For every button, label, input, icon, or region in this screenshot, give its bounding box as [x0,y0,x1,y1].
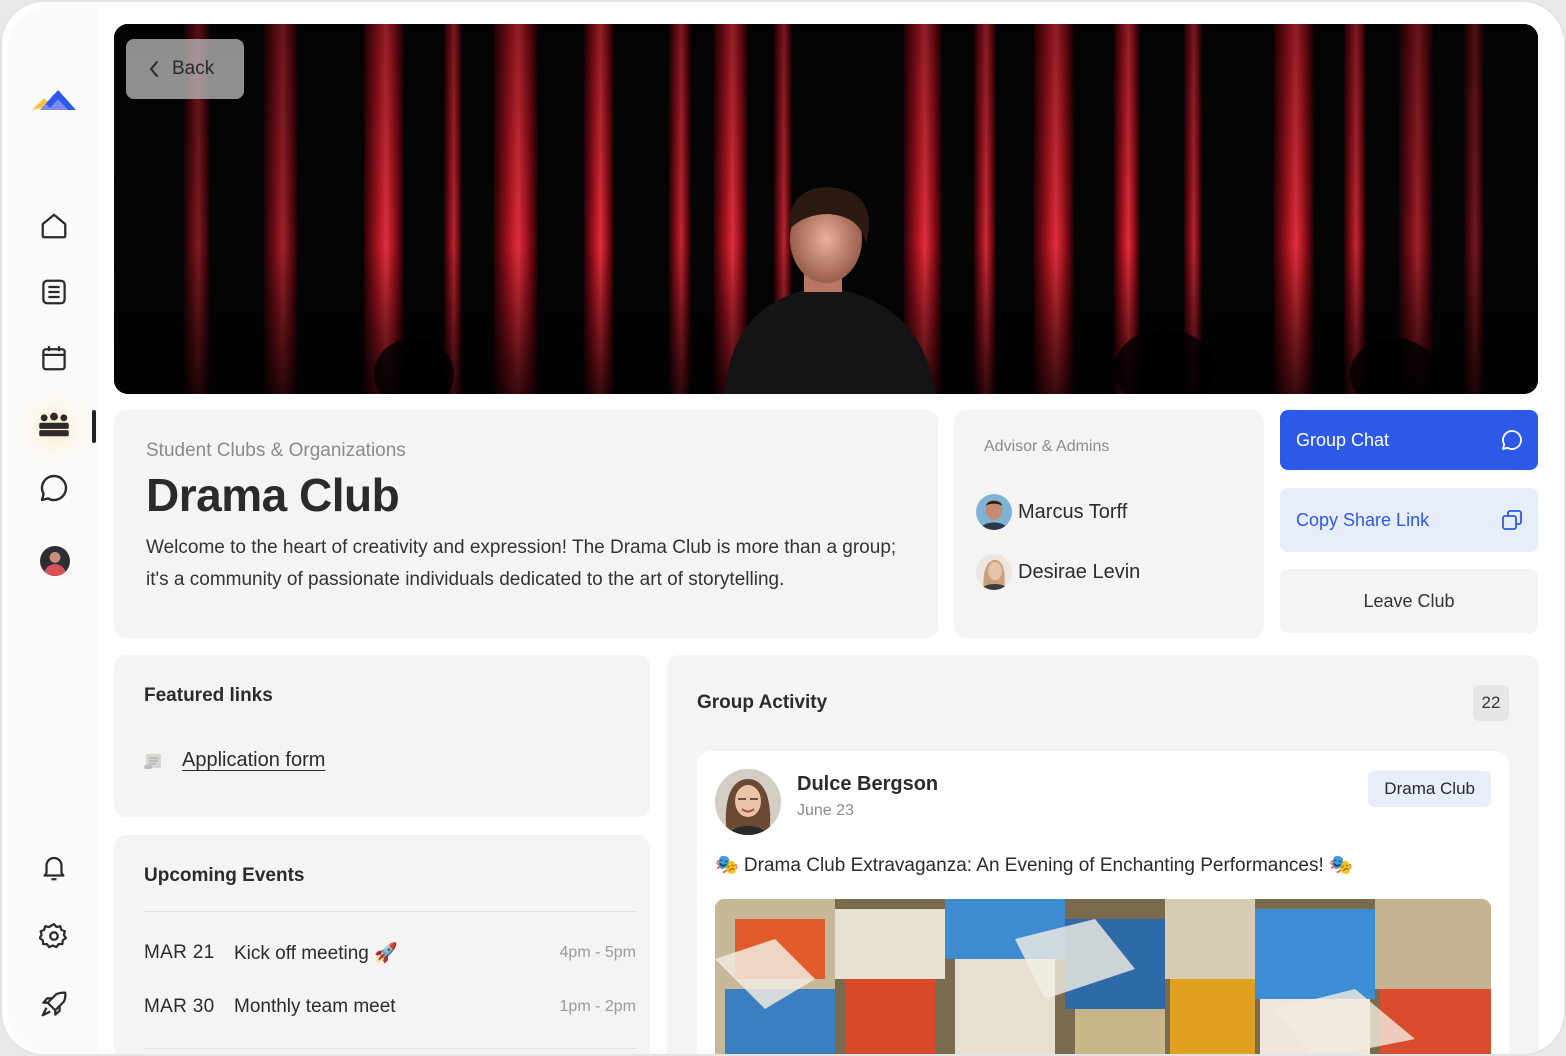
group-chat-button[interactable]: Group Chat [1280,410,1538,470]
copy-share-link-label: Copy Share Link [1296,509,1430,530]
post-date: June 23 [797,802,854,819]
scroll-icon [144,753,161,769]
upcoming-events-card: Upcoming Events MAR 21 Kick off meeting … [114,835,650,1054]
post-image[interactable] [715,899,1491,1054]
club-tag-badge[interactable]: Drama Club [1368,771,1491,807]
activity-header: Group Activity 22 [697,655,1509,750]
post-text: 🎭 Drama Club Extravaganza: An Evening of… [715,855,1353,876]
admin-item[interactable]: Marcus Torff [976,494,1127,530]
chat-icon[interactable] [36,470,72,506]
gear-icon[interactable] [36,918,72,954]
avatar [976,494,1012,530]
event-date: MAR 30 [144,996,215,1017]
admin-name: Marcus Torff [1018,500,1128,523]
document-icon[interactable] [36,274,72,310]
club-category: Student Clubs & Organizations [146,440,406,461]
app-logo[interactable] [30,86,78,114]
rocket-icon[interactable] [36,986,72,1022]
chevron-left-icon [150,61,158,77]
event-time: 1pm - 2pm [559,998,636,1015]
event-name: Monthly team meet [234,996,396,1017]
avatar [976,554,1012,590]
upcoming-events-title: Upcoming Events [144,865,305,886]
back-button[interactable]: Back [126,39,244,99]
back-button-label: Back [172,58,215,79]
club-info-card: Student Clubs & Organizations Drama Club… [114,410,938,638]
bell-icon[interactable] [36,850,72,886]
group-activity-card: Group Activity 22 Dulce Bergson June 23 … [667,655,1539,1054]
calendar-icon[interactable] [36,340,72,376]
app-window: Back Student Clubs & Organizations Drama… [0,0,1566,1056]
leave-club-button[interactable]: Leave Club [1280,569,1538,633]
event-name: Kick off meeting 🚀 [234,943,398,964]
divider [144,911,636,912]
home-icon[interactable] [36,208,72,244]
application-form-link[interactable]: Application form [182,749,325,772]
copy-share-link-button[interactable]: Copy Share Link [1280,488,1538,552]
main-content: Back Student Clubs & Organizations Drama… [98,8,1562,1054]
sidebar [8,8,98,1052]
club-description: Welcome to the heart of creativity and e… [146,537,897,590]
hero-image [114,24,1538,394]
event-row[interactable]: MAR 21 Kick off meeting 🚀 4pm - 5pm [144,926,636,980]
leave-club-label: Leave Club [1363,590,1455,611]
group-activity-title: Group Activity [697,691,828,713]
post-author[interactable]: Dulce Bergson [797,773,1368,796]
featured-links-card: Featured links Application form [114,655,650,817]
active-indicator [92,410,96,443]
page-title: Drama Club [146,469,400,521]
group-chat-label: Group Chat [1296,429,1390,450]
activity-post[interactable]: Dulce Bergson June 23 Drama Club 🎭 Drama… [697,751,1509,1054]
event-date: MAR 21 [144,942,215,963]
event-row[interactable]: MAR 30 Monthly team meet 1pm - 2pm [144,980,636,1034]
activity-count-badge: 22 [1473,684,1509,721]
profile-avatar[interactable] [40,546,70,576]
event-time: 4pm - 5pm [559,944,636,961]
list-item[interactable]: Application form [144,749,620,772]
admin-name: Desirae Levin [1018,560,1141,583]
avatar[interactable] [715,769,781,835]
post-meta: Dulce Bergson June 23 [797,773,1368,820]
copy-icon [1502,510,1522,530]
hero-banner: Back [114,24,1538,394]
advisor-admins-card: Advisor & Admins Marcus Torff Desirae Le… [954,410,1264,638]
admins-title: Advisor & Admins [984,438,1110,455]
divider [144,1048,636,1049]
post-header: Dulce Bergson June 23 Drama Club [715,769,1491,835]
chat-icon [1502,430,1522,450]
admin-item[interactable]: Desirae Levin [976,554,1140,590]
featured-links-title: Featured links [144,685,273,706]
groups-icon[interactable] [36,406,72,442]
